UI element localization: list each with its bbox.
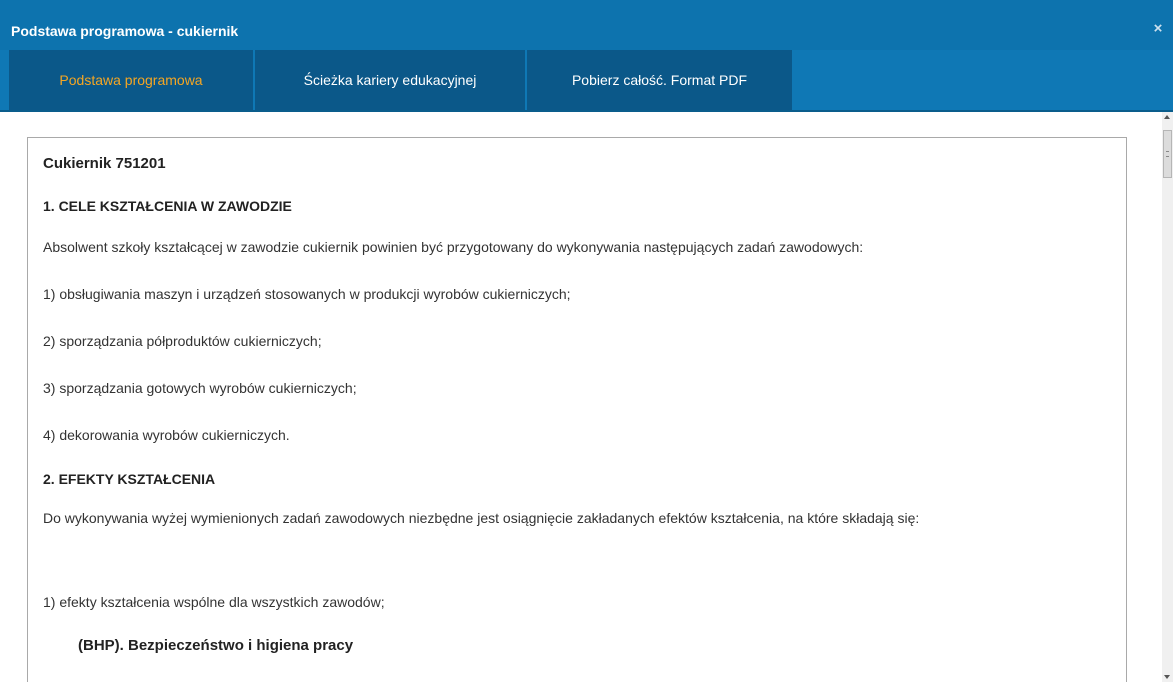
list-item: 2) sporządzania półproduktów cukierniczy… xyxy=(43,333,322,349)
paragraph: Do wykonywania wyżej wymienionych zadań … xyxy=(43,510,920,526)
document-title: Cukiernik 751201 xyxy=(43,155,166,172)
scroll-thumb[interactable] xyxy=(1163,130,1172,178)
content-area: Cukiernik 751201 1. CELE KSZTAŁCENIA W Z… xyxy=(0,112,1173,682)
list-item: 3) sporządzania gotowych wyrobów cukiern… xyxy=(43,380,357,396)
list-item: 4) dekorowania wyrobów cukierniczych. xyxy=(43,427,290,443)
vertical-scrollbar[interactable] xyxy=(1162,112,1173,682)
tab-podstawa-programowa[interactable]: Podstawa programowa xyxy=(9,50,253,110)
section-heading: 2. EFEKTY KSZTAŁCENIA xyxy=(43,471,216,487)
subheading: (BHP). Bezpieczeństwo i higiena pracy xyxy=(78,637,354,654)
tab-bar: Podstawa programowa Ścieżka kariery eduk… xyxy=(0,50,1173,112)
window-title: Podstawa programowa - cukiernik xyxy=(11,23,239,39)
title-bar: Podstawa programowa - cukiernik × xyxy=(0,0,1173,51)
document-frame[interactable]: Cukiernik 751201 1. CELE KSZTAŁCENIA W Z… xyxy=(27,137,1127,682)
section-heading: 1. CELE KSZTAŁCENIA W ZAWODZIE xyxy=(43,198,292,214)
dialog-window: Podstawa programowa - cukiernik × Podsta… xyxy=(0,0,1173,682)
grip-icon xyxy=(1166,151,1169,157)
close-icon[interactable]: × xyxy=(1151,21,1165,37)
scroll-down-icon[interactable] xyxy=(1164,675,1170,679)
paragraph: Absolwent szkoły kształcącej w zawodzie … xyxy=(43,239,864,255)
list-item: 1) efekty kształcenia wspólne dla wszyst… xyxy=(43,594,385,610)
scroll-up-icon[interactable] xyxy=(1164,115,1170,119)
tab-sciezka-kariery[interactable]: Ścieżka kariery edukacyjnej xyxy=(255,50,525,110)
list-item: 1) obsługiwania maszyn i urządzeń stosow… xyxy=(43,286,571,302)
tab-pobierz-pdf[interactable]: Pobierz całość. Format PDF xyxy=(527,50,792,110)
